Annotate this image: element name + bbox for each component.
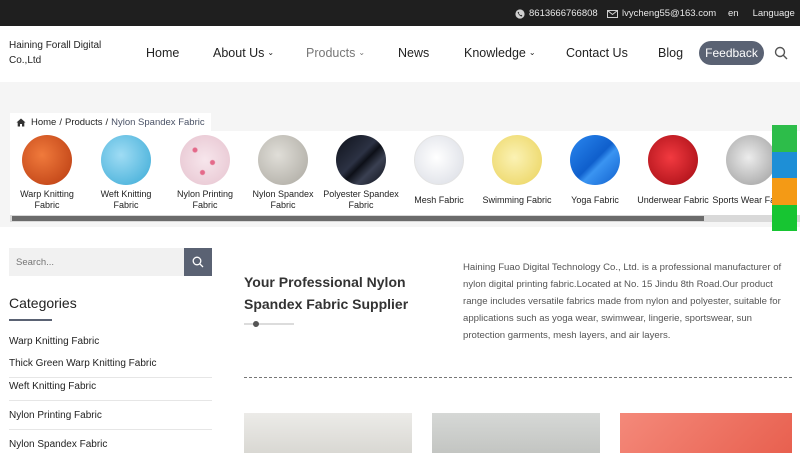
decoration-track bbox=[244, 323, 294, 325]
search-input[interactable] bbox=[9, 248, 184, 276]
phone-contact[interactable]: 8613666766808 bbox=[515, 8, 598, 19]
nav-home-label: Home bbox=[146, 46, 180, 60]
category-thumbnail bbox=[492, 135, 542, 185]
nav-about[interactable]: About Us ⌄ bbox=[213, 46, 274, 60]
category-label: Nylon Printing Fabric bbox=[176, 189, 234, 210]
category-thumbnail bbox=[336, 135, 386, 185]
sidebar-link-weft-knitting[interactable]: Weft Knitting Fabric bbox=[9, 381, 212, 401]
product-card-2[interactable] bbox=[432, 413, 600, 453]
nav-news-label: News bbox=[398, 46, 430, 60]
category-label: Warp Knitting Fabric bbox=[20, 189, 74, 210]
nav-products[interactable]: Products ⌄ bbox=[306, 46, 365, 60]
category-polyester-spandex[interactable]: Polyester Spandex Fabric bbox=[322, 135, 400, 211]
headline-decoration bbox=[244, 321, 294, 327]
site-header: Haining Forall Digital Co.,Ltd Home Abou… bbox=[0, 26, 800, 82]
category-label: Polyester Spandex Fabric bbox=[323, 189, 399, 210]
nav-contact-label: Contact Us bbox=[566, 46, 628, 60]
category-thumbnail bbox=[22, 135, 72, 185]
breadcrumb-separator: / bbox=[59, 116, 62, 128]
breadcrumb-products[interactable]: Products bbox=[65, 117, 103, 128]
mail-icon bbox=[607, 9, 618, 18]
language-label: Language bbox=[752, 8, 795, 19]
category-mesh[interactable]: Mesh Fabric bbox=[400, 135, 478, 211]
categories-title: Categories bbox=[9, 295, 77, 311]
nav-products-label: Products bbox=[306, 46, 356, 60]
category-carousel: Warp Knitting Fabric Weft Knitting Fabri… bbox=[10, 131, 800, 219]
side-tab-whatsapp[interactable] bbox=[772, 125, 797, 152]
breadcrumb-current: Nylon Spandex Fabric bbox=[111, 116, 205, 128]
side-tab-skype[interactable] bbox=[772, 151, 797, 178]
language-selector[interactable]: en Language ⌄ bbox=[728, 8, 800, 19]
nav-contact[interactable]: Contact Us bbox=[566, 46, 628, 60]
email-address: lvycheng55@163.com bbox=[622, 8, 717, 19]
search-button[interactable] bbox=[184, 248, 212, 276]
category-label: Swimming Fabric bbox=[482, 194, 552, 205]
phone-number: 8613666766808 bbox=[529, 8, 598, 19]
chevron-down-icon: ⌄ bbox=[358, 48, 366, 57]
scrollbar-thumb[interactable] bbox=[12, 216, 704, 221]
nav-news[interactable]: News bbox=[398, 46, 429, 60]
category-thumbnail bbox=[180, 135, 230, 185]
category-label: Weft Knitting Fabric bbox=[100, 189, 152, 210]
page-headline: Your Professional Nylon Spandex Fabric S… bbox=[244, 274, 409, 312]
side-tab-wechat[interactable] bbox=[772, 204, 797, 231]
category-nylon-spandex[interactable]: Nylon Spandex Fabric bbox=[244, 135, 322, 211]
search-icon bbox=[192, 256, 204, 268]
decoration-dot bbox=[253, 321, 259, 327]
feedback-button[interactable]: Feedback bbox=[699, 41, 764, 65]
product-card-1[interactable] bbox=[244, 413, 412, 453]
category-weft-knitting[interactable]: Weft Knitting Fabric bbox=[87, 135, 165, 211]
side-tab-email[interactable] bbox=[772, 178, 797, 205]
breadcrumb: Home / Products / Nylon Spandex Fabric bbox=[10, 113, 211, 131]
nav-knowledge[interactable]: Knowledge ⌄ bbox=[464, 46, 536, 60]
category-label: Underwear Fabric bbox=[637, 194, 709, 205]
home-icon[interactable] bbox=[16, 118, 26, 127]
category-underwear[interactable]: Underwear Fabric bbox=[634, 135, 712, 211]
category-thumbnail bbox=[726, 135, 776, 185]
carousel-scrollbar[interactable] bbox=[10, 215, 800, 222]
category-yoga[interactable]: Yoga Fabric bbox=[556, 135, 634, 211]
category-label: Nylon Spandex Fabric bbox=[252, 189, 314, 210]
category-label: Mesh Fabric bbox=[414, 194, 464, 205]
breadcrumb-separator: / bbox=[105, 116, 109, 128]
category-warp-knitting[interactable]: Warp Knitting Fabric bbox=[10, 135, 86, 211]
title-underline bbox=[9, 319, 52, 321]
nav-home[interactable]: Home bbox=[146, 46, 179, 60]
language-code: en bbox=[728, 8, 739, 19]
category-thumbnail bbox=[414, 135, 464, 185]
category-thumbnail bbox=[101, 135, 151, 185]
nav-knowledge-label: Knowledge bbox=[464, 46, 526, 60]
site-logo[interactable]: Haining Forall Digital Co.,Ltd bbox=[9, 38, 119, 68]
category-thumbnail bbox=[648, 135, 698, 185]
logo-line-1: Haining Forall Digital bbox=[9, 40, 102, 51]
floating-contact-tabs bbox=[772, 125, 797, 231]
logo-line-2: Co.,Ltd bbox=[9, 55, 42, 66]
sidebar-link-warp-knitting[interactable]: Warp Knitting Fabric bbox=[9, 336, 212, 355]
nav-blog[interactable]: Blog bbox=[658, 46, 683, 60]
search-icon[interactable] bbox=[774, 46, 788, 60]
category-nylon-printing[interactable]: Nylon Printing Fabric bbox=[166, 135, 244, 211]
top-bar: 8613666766808 lvycheng55@163.com en Lang… bbox=[0, 0, 800, 26]
breadcrumb-home[interactable]: Home bbox=[31, 117, 56, 128]
chevron-down-icon: ⌄ bbox=[267, 48, 275, 57]
sidebar-link-nylon-printing[interactable]: Nylon Printing Fabric bbox=[9, 410, 212, 430]
nav-blog-label: Blog bbox=[658, 46, 684, 60]
category-thumbnail bbox=[258, 135, 308, 185]
phone-icon bbox=[515, 8, 525, 19]
category-thumbnail bbox=[570, 135, 620, 185]
category-swimming[interactable]: Swimming Fabric bbox=[478, 135, 556, 211]
section-divider bbox=[244, 377, 792, 378]
product-card-3[interactable] bbox=[620, 413, 792, 453]
nav-about-label: About Us bbox=[213, 46, 265, 60]
chevron-down-icon: ⌄ bbox=[528, 48, 536, 57]
company-description: Haining Fuao Digital Technology Co., Ltd… bbox=[463, 262, 782, 341]
sidebar-link-thick-green-warp[interactable]: Thick Green Warp Knitting Fabric bbox=[9, 358, 212, 378]
email-contact[interactable]: lvycheng55@163.com bbox=[607, 8, 716, 19]
sidebar-link-nylon-spandex[interactable]: Nylon Spandex Fabric bbox=[9, 439, 212, 458]
category-label: Yoga Fabric bbox=[571, 194, 619, 205]
